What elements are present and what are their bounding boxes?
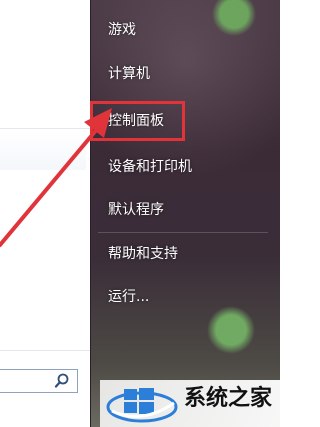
watermark-text: 系统之家 — [184, 386, 273, 411]
pointer-arrow-icon — [0, 108, 112, 247]
windows-logo-icon — [106, 388, 178, 423]
